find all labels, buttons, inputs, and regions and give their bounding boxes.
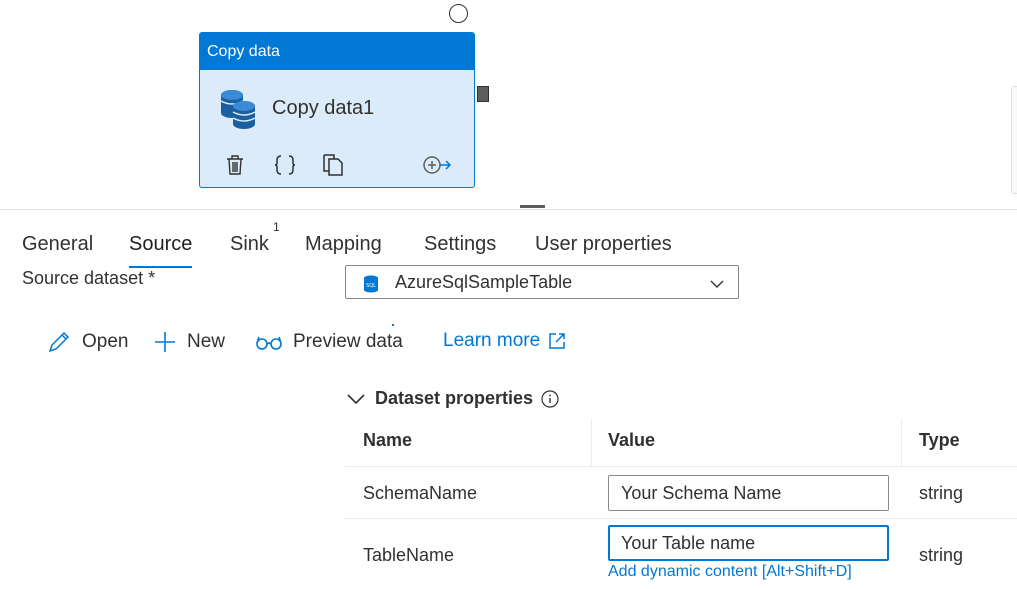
tab-user-properties[interactable]: User properties [535,226,672,266]
chevron-down-icon [710,276,724,294]
source-dataset-dropdown[interactable]: SQL AzureSqlSampleTable [345,265,739,299]
connector-circle[interactable] [449,4,468,23]
tab-source[interactable]: Source [129,226,193,268]
tab-settings[interactable]: Settings [424,226,496,266]
output-port[interactable] [477,86,489,102]
column-separator[interactable] [591,420,592,466]
new-button[interactable]: New [153,328,225,356]
focus-dot [392,324,394,326]
dataset-selected-value: AzureSqlSampleTable [395,272,573,292]
divider [0,209,1017,210]
table-row: SchemaName string [345,467,1017,519]
new-label: New [187,331,226,352]
sql-dataset-icon: SQL [363,275,379,298]
grid-header: Name Value Type [345,420,1017,467]
table-name-input[interactable] [608,525,889,561]
column-header-name: Name [363,430,413,450]
learn-more-label: Learn more [443,330,541,351]
sink-error-badge: 1 [273,220,280,234]
dataset-properties-toggle[interactable]: Dataset properties [347,388,559,409]
activity-header: Copy data [200,33,474,70]
database-copy-icon [218,88,258,135]
preview-data-button[interactable]: Preview data [255,328,403,356]
tab-mapping[interactable]: Mapping [305,226,382,266]
open-label: Open [82,331,129,352]
tab-general[interactable]: General [22,226,93,266]
param-name: SchemaName [363,483,478,503]
delete-icon[interactable] [222,152,248,178]
plus-icon [153,330,177,354]
column-separator[interactable] [901,420,902,466]
add-dynamic-content-link[interactable]: Add dynamic content [Alt+Shift+D] [608,563,852,581]
preview-label: Preview data [293,331,403,352]
external-link-icon [548,332,566,350]
pencil-icon [46,329,72,355]
properties-tabs: General Source Sink 1 Mapping Settings U… [0,220,1017,270]
activity-name: Copy data1 [272,97,375,119]
schema-name-input[interactable] [608,475,889,511]
canvas-side-panel-edge [1011,86,1017,194]
dataset-properties-title: Dataset properties [375,388,534,408]
copy-data-activity[interactable]: Copy data Copy data1 [199,32,475,188]
learn-more-link[interactable]: Learn more [443,330,566,352]
column-header-value: Value [608,430,656,450]
open-button[interactable]: Open [46,328,128,356]
column-header-type: Type [919,430,960,450]
clone-icon[interactable] [320,152,346,178]
pipeline-canvas[interactable]: Copy data Copy data1 [0,0,1017,210]
table-row: TableName Add dynamic content [Alt+Shift… [345,519,1017,589]
source-dataset-label: Source dataset * [22,268,156,288]
add-output-icon[interactable] [422,152,452,178]
param-name: TableName [363,545,455,565]
param-type: string [919,483,964,503]
info-icon[interactable] [541,389,559,408]
svg-text:SQL: SQL [366,283,376,289]
param-type: string [919,545,964,565]
panel-resize-handle[interactable] [520,205,545,208]
chevron-down-icon [347,393,365,405]
dataset-properties-grid: Name Value Type SchemaName string TableN… [345,420,1017,589]
tab-sink[interactable]: Sink [230,226,269,266]
code-icon[interactable] [272,152,298,178]
glasses-icon [255,334,283,350]
